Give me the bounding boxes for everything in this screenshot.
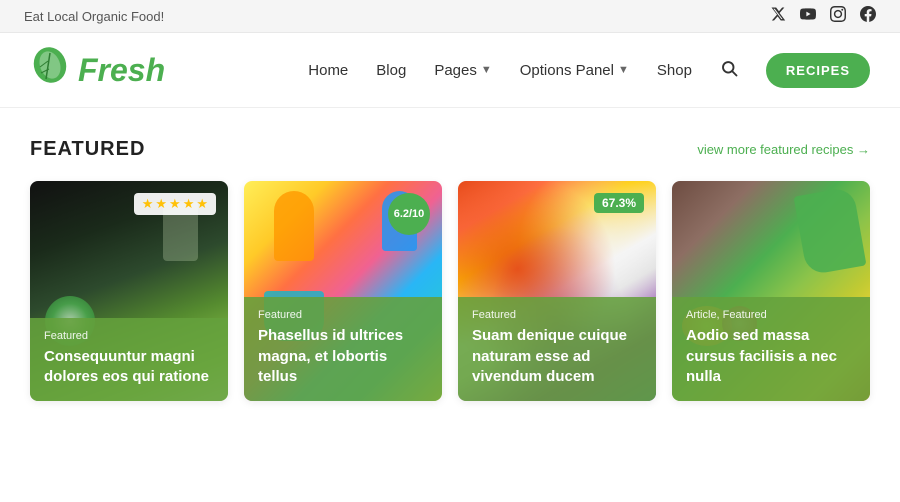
percent-badge: 67.3% bbox=[594, 193, 644, 213]
options-dropdown-arrow: ▼ bbox=[618, 64, 629, 76]
card-category-4: Article, Featured bbox=[686, 309, 856, 321]
featured-card-3[interactable]: 67.3% Featured Suam denique cuique natur… bbox=[458, 181, 656, 401]
main-nav: Home Blog Pages ▼ Options Panel ▼ Shop R… bbox=[308, 53, 870, 88]
section-header: FEATURED view more featured recipes → bbox=[30, 138, 870, 161]
view-more-link[interactable]: view more featured recipes → bbox=[697, 142, 870, 157]
nav-blog[interactable]: Blog bbox=[376, 62, 406, 79]
card-overlay-3: Featured Suam denique cuique naturam ess… bbox=[458, 297, 656, 401]
card-image-2: 6.2/10 Featured Phasellus id ultrices ma… bbox=[244, 181, 442, 401]
social-icons bbox=[770, 6, 876, 26]
recipes-button[interactable]: RECIPES bbox=[766, 53, 870, 88]
card-image-1: ★ ★ ★ ★ ★ Featured Consequuntur magni do… bbox=[30, 181, 228, 401]
card-title-3: Suam denique cuique naturam esse ad vive… bbox=[472, 326, 642, 387]
logo[interactable]: Fresh bbox=[30, 45, 165, 95]
tagline: Eat Local Organic Food! bbox=[24, 9, 164, 24]
card-category-3: Featured bbox=[472, 309, 642, 321]
featured-card-1[interactable]: ★ ★ ★ ★ ★ Featured Consequuntur magni do… bbox=[30, 181, 228, 401]
search-icon[interactable] bbox=[720, 59, 738, 82]
logo-text: Fresh bbox=[78, 52, 165, 89]
score-badge: 6.2/10 bbox=[388, 193, 430, 235]
top-bar: Eat Local Organic Food! bbox=[0, 0, 900, 33]
pages-dropdown-arrow: ▼ bbox=[481, 64, 492, 76]
logo-leaf-icon bbox=[30, 45, 70, 95]
card-image-3: 67.3% Featured Suam denique cuique natur… bbox=[458, 181, 656, 401]
featured-card-4[interactable]: Article, Featured Aodio sed massa cursus… bbox=[672, 181, 870, 401]
youtube-icon[interactable] bbox=[800, 6, 816, 26]
card-category-1: Featured bbox=[44, 330, 214, 342]
card-overlay-1: Featured Consequuntur magni dolores eos … bbox=[30, 318, 228, 402]
twitter-icon[interactable] bbox=[770, 6, 786, 26]
stars-badge: ★ ★ ★ ★ ★ bbox=[134, 193, 216, 215]
nav-pages[interactable]: Pages ▼ bbox=[434, 62, 491, 79]
facebook-icon[interactable] bbox=[860, 6, 876, 26]
section-title: FEATURED bbox=[30, 138, 145, 161]
nav-home[interactable]: Home bbox=[308, 62, 348, 79]
card-overlay-4: Article, Featured Aodio sed massa cursus… bbox=[672, 297, 870, 401]
nav-options-panel[interactable]: Options Panel ▼ bbox=[520, 62, 629, 79]
header: Fresh Home Blog Pages ▼ Options Panel ▼ … bbox=[0, 33, 900, 108]
featured-card-2[interactable]: 6.2/10 Featured Phasellus id ultrices ma… bbox=[244, 181, 442, 401]
instagram-icon[interactable] bbox=[830, 6, 846, 26]
card-image-4: Article, Featured Aodio sed massa cursus… bbox=[672, 181, 870, 401]
card-title-1: Consequuntur magni dolores eos qui ratio… bbox=[44, 347, 214, 388]
card-title-2: Phasellus id ultrices magna, et lobortis… bbox=[258, 326, 428, 387]
card-category-2: Featured bbox=[258, 309, 428, 321]
featured-cards-grid: ★ ★ ★ ★ ★ Featured Consequuntur magni do… bbox=[30, 181, 870, 401]
main-content: FEATURED view more featured recipes → ★ … bbox=[0, 108, 900, 421]
nav-shop[interactable]: Shop bbox=[657, 62, 692, 79]
card-overlay-2: Featured Phasellus id ultrices magna, et… bbox=[244, 297, 442, 401]
card-title-4: Aodio sed massa cursus facilisis a nec n… bbox=[686, 326, 856, 387]
